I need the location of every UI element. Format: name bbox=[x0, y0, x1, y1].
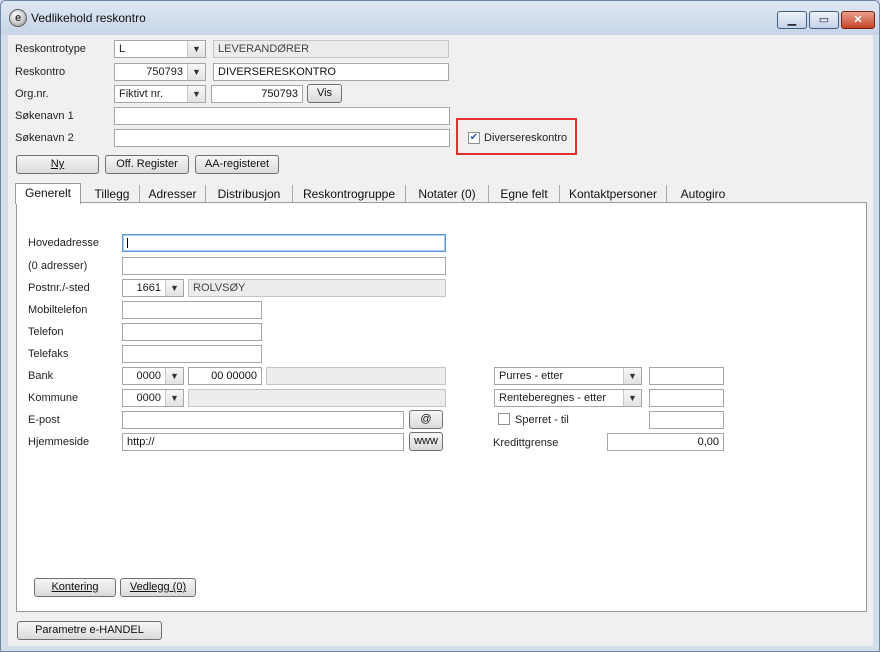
reskontro-value: 750793 bbox=[146, 66, 183, 78]
diversereskontro-checkbox[interactable]: ✔ bbox=[468, 132, 480, 144]
purres-value: Purres - etter bbox=[499, 370, 564, 382]
bank-code-value: 0000 bbox=[136, 370, 161, 382]
sokenavn1-label: Søkenavn 1 bbox=[15, 110, 74, 122]
telefaks-label: Telefaks bbox=[28, 348, 69, 360]
tab-notater[interactable]: Notater (0) bbox=[406, 185, 489, 203]
www-button[interactable]: www bbox=[409, 432, 443, 451]
renteberegnes-field[interactable] bbox=[649, 389, 724, 407]
reskontro-name-field[interactable]: DIVERSERESKONTRO bbox=[213, 63, 449, 81]
sokenavn2-label: Søkenavn 2 bbox=[15, 132, 74, 144]
purres-field[interactable] bbox=[649, 367, 724, 385]
sperret-til-field[interactable] bbox=[649, 411, 724, 429]
kommune-combo[interactable]: 0000 ▼ bbox=[122, 389, 184, 407]
kredittgrense-label: Kredittgrense bbox=[493, 437, 559, 449]
telefon-label: Telefon bbox=[28, 326, 64, 338]
tab-egne-felt[interactable]: Egne felt bbox=[489, 185, 560, 203]
reskontrotype-desc: LEVERANDØRER bbox=[213, 40, 449, 58]
telefon-field[interactable] bbox=[122, 323, 262, 341]
kommune-code-value: 0000 bbox=[136, 392, 161, 404]
postnr-value: 1661 bbox=[136, 282, 161, 294]
text-caret bbox=[127, 238, 128, 248]
chevron-down-icon[interactable]: ▼ bbox=[165, 368, 183, 384]
orgnr-field[interactable]: 750793 bbox=[211, 85, 303, 103]
chevron-down-icon[interactable]: ▼ bbox=[623, 368, 641, 384]
chevron-down-icon[interactable]: ▼ bbox=[187, 86, 205, 102]
close-button[interactable]: ✕ bbox=[841, 11, 875, 29]
chevron-down-icon[interactable]: ▼ bbox=[165, 280, 183, 296]
tab-reskontrogruppe[interactable]: Reskontrogruppe bbox=[293, 185, 406, 203]
sperret-checkbox[interactable] bbox=[498, 413, 510, 425]
chevron-down-icon[interactable]: ▼ bbox=[187, 41, 205, 57]
bank-name-field bbox=[266, 367, 446, 385]
orgnr-type-combo[interactable]: Fiktivt nr. ▼ bbox=[114, 85, 206, 103]
reskontrotype-combo[interactable]: L ▼ bbox=[114, 40, 206, 58]
aa-register-button[interactable]: AA-registeret bbox=[195, 155, 279, 174]
orgnr-label: Org.nr. bbox=[15, 88, 49, 100]
title-bar: e Vedlikehold reskontro ▁ ▭ ✕ bbox=[1, 1, 879, 35]
tab-autogiro[interactable]: Autogiro bbox=[667, 185, 739, 203]
off-register-button[interactable]: Off. Register bbox=[105, 155, 189, 174]
sperret-label: Sperret - til bbox=[515, 414, 569, 426]
postnr-combo[interactable]: 1661 ▼ bbox=[122, 279, 184, 297]
hjemmeside-label: Hjemmeside bbox=[28, 436, 90, 448]
mobiltelefon-field[interactable] bbox=[122, 301, 262, 319]
renteberegnes-combo[interactable]: Renteberegnes - etter ▼ bbox=[494, 389, 642, 407]
reskontro-label: Reskontro bbox=[15, 66, 66, 78]
maximize-icon: ▭ bbox=[818, 14, 830, 26]
minimize-button[interactable]: ▁ bbox=[777, 11, 807, 29]
app-logo-icon: e bbox=[9, 9, 27, 27]
close-icon: ✕ bbox=[853, 14, 863, 26]
telefaks-field[interactable] bbox=[122, 345, 262, 363]
epost-label: E-post bbox=[28, 414, 60, 426]
hovedadresse-field[interactable] bbox=[122, 234, 446, 252]
reskontrotype-label: Reskontrotype bbox=[15, 43, 86, 55]
tab-generelt[interactable]: Generelt bbox=[15, 183, 81, 204]
renteberegnes-value: Renteberegnes - etter bbox=[499, 392, 607, 404]
kontering-button[interactable]: Kontering bbox=[34, 578, 116, 597]
postnr-label: Postnr./-sted bbox=[28, 282, 90, 294]
email-button[interactable]: @ bbox=[409, 410, 443, 429]
orgnr-type-value: Fiktivt nr. bbox=[119, 88, 164, 100]
chevron-down-icon[interactable]: ▼ bbox=[165, 390, 183, 406]
chevron-down-icon[interactable]: ▼ bbox=[623, 390, 641, 406]
adresse-2-field[interactable] bbox=[122, 257, 446, 275]
epost-field[interactable] bbox=[122, 411, 404, 429]
main-window: e Vedlikehold reskontro ▁ ▭ ✕ Reskontrot… bbox=[0, 0, 880, 652]
kredittgrense-field[interactable]: 0,00 bbox=[607, 433, 724, 451]
generelt-panel: Hovedadresse (0 adresser) Postnr./-sted … bbox=[16, 202, 867, 612]
vis-button[interactable]: Vis bbox=[307, 84, 342, 103]
mobiltelefon-label: Mobiltelefon bbox=[28, 304, 88, 316]
bank-combo[interactable]: 0000 ▼ bbox=[122, 367, 184, 385]
tab-adresser[interactable]: Adresser bbox=[140, 185, 206, 203]
reskontrotype-value: L bbox=[119, 43, 126, 55]
vedlegg-button[interactable]: Vedlegg (0) bbox=[120, 578, 196, 597]
minimize-icon: ▁ bbox=[787, 14, 797, 26]
kommune-name-field bbox=[188, 389, 446, 407]
bank-account-field[interactable]: 00 00000 bbox=[188, 367, 262, 385]
poststed-field: ROLVSØY bbox=[188, 279, 446, 297]
sokenavn1-field[interactable] bbox=[114, 107, 450, 125]
tab-kontaktpersoner[interactable]: Kontaktpersoner bbox=[560, 185, 667, 203]
diversereskontro-label: Diversereskontro bbox=[484, 132, 568, 144]
maximize-button[interactable]: ▭ bbox=[809, 11, 839, 29]
chevron-down-icon[interactable]: ▼ bbox=[187, 64, 205, 80]
bank-label: Bank bbox=[28, 370, 54, 382]
window-client: Reskontrotype L ▼ LEVERANDØRER Reskontro… bbox=[8, 35, 873, 646]
purres-combo[interactable]: Purres - etter ▼ bbox=[494, 367, 642, 385]
ny-button[interactable]: Ny bbox=[16, 155, 99, 174]
tab-distribusjon[interactable]: Distribusjon bbox=[206, 185, 293, 203]
window-title: Vedlikehold reskontro bbox=[31, 11, 146, 25]
reskontro-combo[interactable]: 750793 ▼ bbox=[114, 63, 206, 81]
hovedadresse-label: Hovedadresse bbox=[28, 237, 99, 249]
hjemmeside-field[interactable]: http:// bbox=[122, 433, 404, 451]
parametre-ehandel-button[interactable]: Parametre e-HANDEL bbox=[17, 621, 162, 640]
kommune-label: Kommune bbox=[28, 392, 79, 404]
tab-strip: Generelt Tillegg Adresser Distribusjon R… bbox=[15, 183, 867, 204]
sokenavn2-field[interactable] bbox=[114, 129, 450, 147]
adresser-label: (0 adresser) bbox=[28, 260, 88, 272]
tab-tillegg[interactable]: Tillegg bbox=[85, 185, 140, 203]
